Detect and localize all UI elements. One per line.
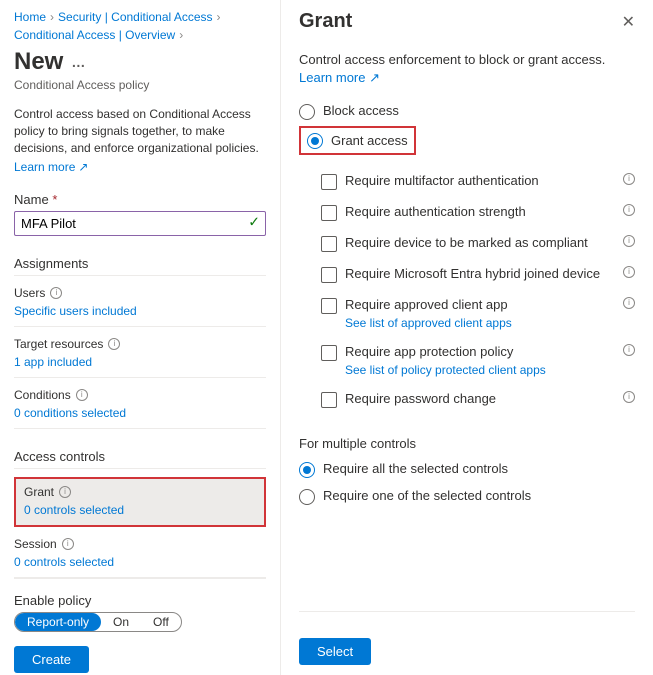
require-approved-app-checkbox[interactable]: Require approved client app — [321, 297, 623, 314]
require-approved-app-label: Require approved client app — [345, 297, 508, 314]
info-icon[interactable]: i — [623, 204, 635, 216]
users-link[interactable]: Specific users included — [14, 304, 266, 318]
learn-more-text: Learn more — [14, 160, 75, 174]
grant-access-label: Grant access — [331, 133, 408, 148]
learn-more-link[interactable]: Learn more ↗ — [14, 160, 266, 174]
info-icon[interactable]: i — [623, 266, 635, 278]
require-auth-strength-label: Require authentication strength — [345, 204, 526, 221]
breadcrumb-overview[interactable]: Conditional Access | Overview — [14, 28, 175, 42]
info-icon[interactable]: i — [62, 538, 74, 550]
session-label: Session i — [14, 537, 266, 551]
grant-section-highlight[interactable]: Grant i 0 controls selected — [14, 477, 266, 527]
require-protection-label: Require app protection policy — [345, 344, 513, 361]
info-icon[interactable]: i — [50, 287, 62, 299]
grant-label: Grant i — [24, 485, 256, 499]
page-subtitle: Conditional Access policy — [14, 78, 266, 92]
info-icon[interactable]: i — [623, 235, 635, 247]
enable-policy-label: Enable policy — [14, 593, 266, 608]
breadcrumb: Home › Security | Conditional Access › C… — [14, 10, 266, 42]
require-protection-checkbox[interactable]: Require app protection policy — [321, 344, 623, 361]
require-compliant-label: Require device to be marked as compliant — [345, 235, 588, 252]
block-access-radio[interactable]: Block access — [299, 103, 635, 120]
checkbox-icon — [321, 345, 337, 361]
require-password-label: Require password change — [345, 391, 496, 408]
info-icon[interactable]: i — [623, 391, 635, 403]
toggle-report-only[interactable]: Report-only — [15, 613, 101, 631]
radio-icon — [299, 489, 315, 505]
info-icon[interactable]: i — [623, 344, 635, 356]
block-access-label: Block access — [323, 103, 399, 118]
grant-access-radio-highlight[interactable]: Grant access — [299, 126, 416, 155]
checkbox-icon — [321, 298, 337, 314]
toggle-on[interactable]: On — [101, 613, 141, 631]
chevron-right-icon: › — [179, 28, 183, 42]
external-link-icon: ↗ — [78, 160, 88, 174]
enable-policy-toggle[interactable]: Report-only On Off — [14, 612, 182, 632]
breadcrumb-home[interactable]: Home — [14, 10, 46, 24]
chevron-right-icon: › — [50, 10, 54, 24]
chevron-right-icon: › — [217, 10, 221, 24]
users-label: Users i — [14, 286, 266, 300]
main-form: Home › Security | Conditional Access › C… — [0, 0, 280, 675]
conditions-link[interactable]: 0 conditions selected — [14, 406, 266, 420]
select-button[interactable]: Select — [299, 638, 371, 665]
name-label: Name * — [14, 192, 266, 207]
toggle-off[interactable]: Off — [141, 613, 181, 631]
breadcrumb-security[interactable]: Security | Conditional Access — [58, 10, 213, 24]
multiple-controls-label: For multiple controls — [299, 436, 635, 451]
require-all-radio[interactable]: Require all the selected controls — [299, 461, 635, 478]
info-icon[interactable]: i — [623, 173, 635, 185]
grant-link[interactable]: 0 controls selected — [24, 503, 124, 517]
require-one-radio[interactable]: Require one of the selected controls — [299, 488, 635, 505]
policy-name-input[interactable] — [14, 211, 266, 236]
panel-title: Grant — [299, 10, 352, 33]
require-auth-strength-checkbox[interactable]: Require authentication strength — [321, 204, 623, 221]
require-hybrid-label: Require Microsoft Entra hybrid joined de… — [345, 266, 600, 283]
valid-check-icon: ✓ — [248, 213, 260, 230]
info-icon[interactable]: i — [623, 297, 635, 309]
info-icon[interactable]: i — [59, 486, 71, 498]
conditions-label: Conditions i — [14, 388, 266, 402]
checkbox-icon — [321, 205, 337, 221]
session-link[interactable]: 0 controls selected — [14, 555, 266, 569]
require-one-label: Require one of the selected controls — [323, 488, 531, 503]
checkbox-icon — [321, 392, 337, 408]
page-description: Control access based on Conditional Acce… — [14, 106, 266, 156]
radio-icon — [307, 133, 323, 149]
create-button[interactable]: Create — [14, 646, 89, 673]
external-link-icon: ↗ — [369, 70, 380, 85]
checkbox-icon — [321, 267, 337, 283]
more-actions-icon[interactable]: … — [71, 54, 85, 70]
info-icon[interactable]: i — [108, 338, 120, 350]
page-title: New … — [14, 48, 266, 76]
checkbox-icon — [321, 174, 337, 190]
radio-icon — [299, 104, 315, 120]
grant-panel: Grant ✕ Control access enforcement to bl… — [280, 0, 653, 675]
require-password-checkbox[interactable]: Require password change — [321, 391, 623, 408]
close-icon[interactable]: ✕ — [622, 12, 635, 32]
require-compliant-checkbox[interactable]: Require device to be marked as compliant — [321, 235, 623, 252]
target-resources-link[interactable]: 1 app included — [14, 355, 266, 369]
approved-apps-link[interactable]: See list of approved client apps — [345, 316, 635, 330]
require-all-label: Require all the selected controls — [323, 461, 508, 476]
require-hybrid-checkbox[interactable]: Require Microsoft Entra hybrid joined de… — [321, 266, 623, 283]
require-mfa-checkbox[interactable]: Require multifactor authentication — [321, 173, 623, 190]
protection-apps-link[interactable]: See list of policy protected client apps — [345, 363, 635, 377]
require-mfa-label: Require multifactor authentication — [345, 173, 539, 190]
panel-description: Control access enforcement to block or g… — [299, 51, 635, 87]
page-title-text: New — [14, 48, 63, 76]
radio-icon — [299, 462, 315, 478]
panel-learn-more-link[interactable]: Learn more ↗ — [299, 70, 380, 85]
assignments-heading: Assignments — [14, 256, 266, 276]
target-resources-label: Target resources i — [14, 337, 266, 351]
access-controls-heading: Access controls — [14, 449, 266, 469]
checkbox-icon — [321, 236, 337, 252]
info-icon[interactable]: i — [76, 389, 88, 401]
